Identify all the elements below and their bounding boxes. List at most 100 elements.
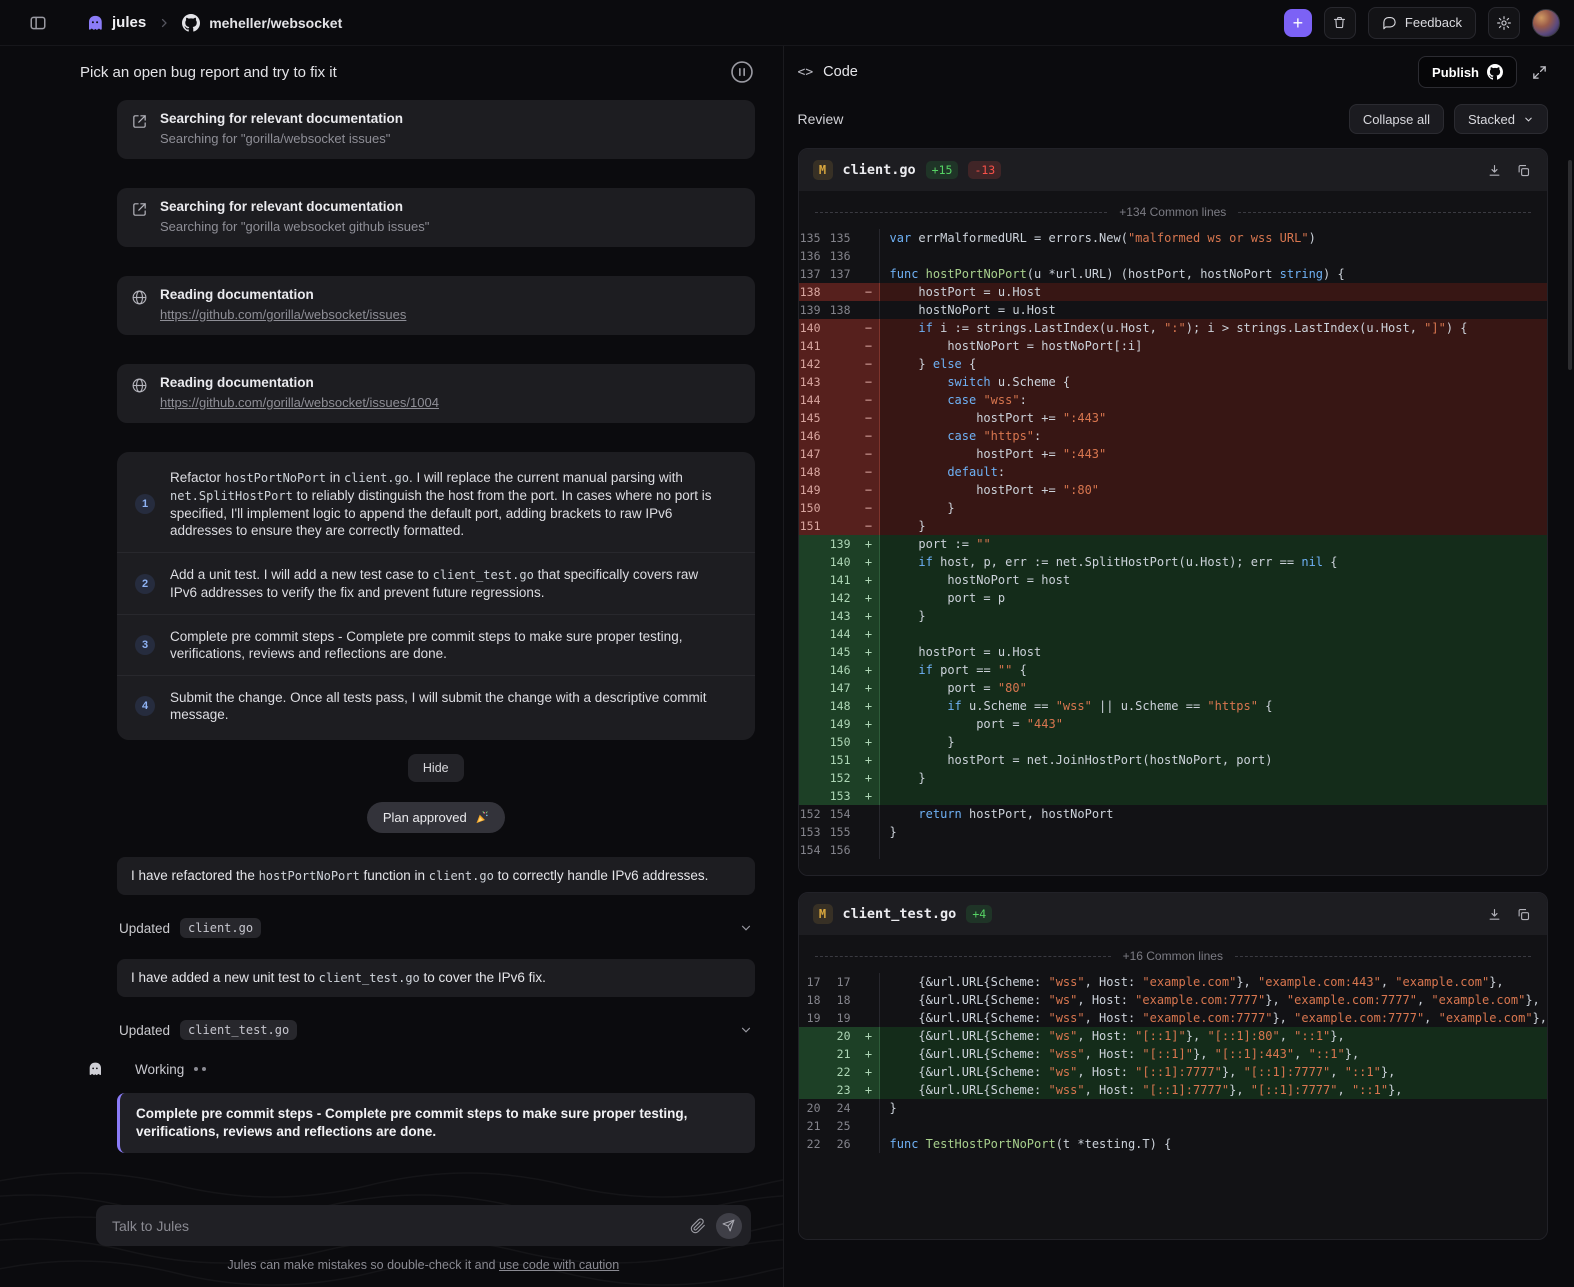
diff-row: 144− case "wss": xyxy=(799,391,1547,409)
chat-scroll-area[interactable]: Searching for relevant documentation Sea… xyxy=(0,98,783,1197)
diff-row: 153155} xyxy=(799,823,1547,841)
expand-button[interactable] xyxy=(1531,64,1548,81)
diff-row: 147+ port = "80" xyxy=(799,679,1547,697)
delete-task-button[interactable] xyxy=(1324,7,1356,39)
disclaimer-link[interactable]: use code with caution xyxy=(499,1258,619,1272)
code-panel-header: <> Code Publish xyxy=(798,46,1548,98)
download-button[interactable] xyxy=(1485,161,1504,180)
copy-button[interactable] xyxy=(1514,161,1533,180)
repo-breadcrumb[interactable]: meheller/websocket xyxy=(182,14,342,32)
jules-brand[interactable]: jules xyxy=(86,14,146,32)
working-label: Working xyxy=(135,1062,184,1077)
documentation-link[interactable]: https://github.com/gorilla/websocket/iss… xyxy=(160,307,406,322)
layout-dropdown[interactable]: Stacked xyxy=(1454,104,1548,134)
common-lines-separator[interactable]: +134 Common lines xyxy=(799,201,1547,229)
diff-row: 22+ {&url.URL{Scheme: "ws", Host: "[::1]… xyxy=(799,1063,1547,1081)
review-label: Review xyxy=(798,111,844,127)
plan-card: 1 Refactor hostPortNoPort in client.go. … xyxy=(117,452,755,740)
agent-message-text: I have added a new unit test to client_t… xyxy=(131,970,546,985)
github-icon xyxy=(182,14,200,32)
updated-file-chip: client_test.go xyxy=(180,1020,297,1040)
activity-list: Searching for relevant documentation Sea… xyxy=(117,100,755,423)
diff-row: 151+ hostPort = net.JoinHostPort(hostNoP… xyxy=(799,751,1547,769)
updated-file-row[interactable]: Updated client_test.go xyxy=(117,1015,755,1045)
settings-button[interactable] xyxy=(1488,7,1520,39)
common-lines-separator[interactable]: +16 Common lines xyxy=(799,945,1547,973)
new-task-button[interactable]: + xyxy=(1284,9,1312,37)
code-panel-title: Code xyxy=(823,64,858,80)
chat-input[interactable] xyxy=(112,1218,680,1234)
diff-rows: 1717 {&url.URL{Scheme: "wss", Host: "exa… xyxy=(799,973,1547,1153)
step-number-badge: 4 xyxy=(135,696,155,716)
activity-title: Reading documentation xyxy=(160,287,406,302)
publish-button[interactable]: Publish xyxy=(1418,56,1517,88)
documentation-link[interactable]: https://github.com/gorilla/websocket/iss… xyxy=(160,395,439,410)
activity-subtitle: Searching for "gorilla/websocket issues" xyxy=(160,131,403,146)
agent-message-text: I have refactored the hostPortNoPort fun… xyxy=(131,868,708,883)
diff-row: 141+ hostNoPort = host xyxy=(799,571,1547,589)
jules-logo-icon xyxy=(86,14,104,32)
chat-input-area: Jules can make mistakes so double-check … xyxy=(0,1197,783,1287)
breadcrumb-chevron-icon xyxy=(158,17,170,29)
activity-title: Reading documentation xyxy=(160,375,439,390)
review-toolbar: Review Collapse all Stacked xyxy=(798,104,1548,134)
agent-message: I have refactored the hostPortNoPort fun… xyxy=(117,857,755,895)
plan-step: 4 Submit the change. Once all tests pass… xyxy=(117,675,755,736)
step-text: Submit the change. Once all tests pass, … xyxy=(170,689,729,723)
activity-title: Searching for relevant documentation xyxy=(160,111,403,126)
diff-card-header[interactable]: M client.go +15 -13 xyxy=(799,149,1547,191)
diff-row: 142+ port = p xyxy=(799,589,1547,607)
updated-label: Updated xyxy=(119,921,170,936)
working-dots xyxy=(194,1067,206,1071)
send-button[interactable] xyxy=(716,1213,742,1239)
updated-file-chip: client.go xyxy=(180,918,261,938)
chat-panel: Pick an open bug report and try to fix i… xyxy=(0,46,783,1287)
scrollbar-thumb[interactable] xyxy=(1568,160,1572,370)
chevron-down-icon xyxy=(1523,114,1534,125)
send-icon xyxy=(722,1219,735,1232)
diff-row: 138− hostPort = u.Host xyxy=(799,283,1547,301)
step-text: Add a unit test. I will add a new test c… xyxy=(170,566,729,601)
diff-row: 21+ {&url.URL{Scheme: "wss", Host: "[::1… xyxy=(799,1045,1547,1063)
copy-button[interactable] xyxy=(1514,905,1533,924)
hide-button[interactable]: Hide xyxy=(408,754,464,782)
diff-row: 149− hostPort += ":80" xyxy=(799,481,1547,499)
common-lines-label: +134 Common lines xyxy=(1119,203,1226,221)
pause-button[interactable] xyxy=(729,59,755,85)
sidebar-toggle-button[interactable] xyxy=(24,9,52,37)
topbar: jules meheller/websocket + Feedback xyxy=(0,0,1574,46)
diff-file-name: client.go xyxy=(843,162,916,178)
globe-icon xyxy=(131,289,148,322)
diff-row: 137137func hostPortNoPort(u *url.URL) (h… xyxy=(799,265,1547,283)
diff-row: 154156 xyxy=(799,841,1547,859)
diff-row: 148+ if u.Scheme == "wss" || u.Scheme ==… xyxy=(799,697,1547,715)
party-popper-icon xyxy=(474,810,489,825)
diff-row: 2024} xyxy=(799,1099,1547,1117)
download-button[interactable] xyxy=(1485,905,1504,924)
diff-row: 145− hostPort += ":443" xyxy=(799,409,1547,427)
updated-file-row[interactable]: Updated client.go xyxy=(117,913,755,943)
diff-body: +134 Common lines 135135var errMalformed… xyxy=(799,191,1547,875)
additions-badge: +4 xyxy=(966,905,992,923)
trash-icon xyxy=(1332,15,1347,30)
gear-icon xyxy=(1496,15,1512,31)
diff-file-name: client_test.go xyxy=(843,906,957,922)
code-panel: <> Code Publish Review Collapse all Stac… xyxy=(783,46,1574,1287)
step-number-badge: 3 xyxy=(135,635,155,655)
collapse-all-button[interactable]: Collapse all xyxy=(1349,104,1444,134)
copy-icon xyxy=(1516,907,1531,922)
pause-icon xyxy=(729,59,755,85)
diff-card-header[interactable]: M client_test.go +4 xyxy=(799,893,1547,935)
agent-message: I have added a new unit test to client_t… xyxy=(117,959,755,997)
modified-badge: M xyxy=(813,160,833,180)
feedback-button[interactable]: Feedback xyxy=(1368,7,1476,39)
globe-icon xyxy=(131,377,148,410)
sidebar-toggle-icon xyxy=(29,14,47,32)
diff-row: 151− } xyxy=(799,517,1547,535)
diff-row: 152+ } xyxy=(799,769,1547,787)
avatar[interactable] xyxy=(1532,9,1560,37)
chevron-down-icon xyxy=(739,921,753,935)
attach-button[interactable] xyxy=(690,1218,706,1234)
diff-row: 139+ port := "" xyxy=(799,535,1547,553)
step-number-badge: 2 xyxy=(135,574,155,594)
